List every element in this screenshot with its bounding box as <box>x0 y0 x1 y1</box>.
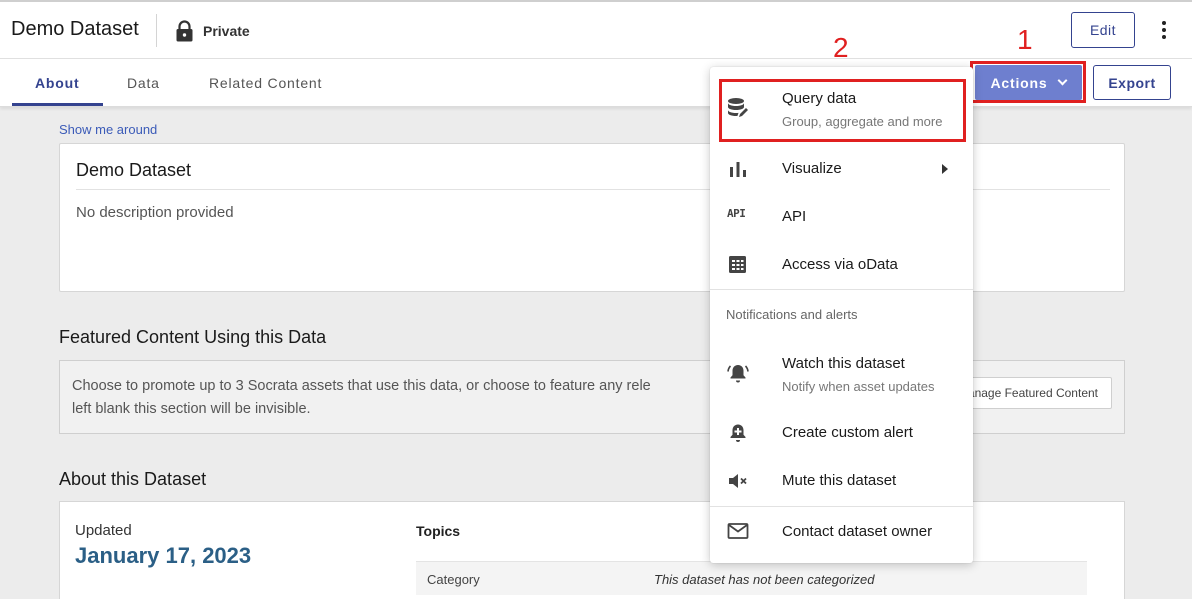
volume-mute-icon <box>729 474 747 488</box>
api-label: API <box>782 208 807 225</box>
about-heading: About this Dataset <box>59 469 207 489</box>
menu-item-visualize[interactable]: Visualize <box>710 145 973 191</box>
query-data-highlight-box <box>719 79 966 142</box>
visualize-label: Visualize <box>782 160 842 177</box>
visibility-label: Private <box>203 23 250 39</box>
tab-about[interactable]: About <box>35 75 79 91</box>
show-me-around-link[interactable]: Show me around <box>59 122 157 137</box>
menu-item-watch-dataset[interactable]: Watch this dataset Notify when asset upd… <box>710 339 973 403</box>
updated-label: Updated <box>75 522 132 539</box>
card-title: Demo Dataset <box>76 160 192 180</box>
featured-text-line-2: left blank this section will be invisibl… <box>72 401 311 417</box>
dataset-title: Demo Dataset <box>11 18 139 40</box>
category-value: This dataset has not been categorized <box>654 572 875 587</box>
export-button[interactable]: Export <box>1093 65 1171 100</box>
featured-heading: Featured Content Using this Data <box>59 327 327 347</box>
dataset-description: No description provided <box>76 204 234 221</box>
category-label: Category <box>427 572 480 587</box>
contact-owner-label: Contact dataset owner <box>782 523 933 540</box>
updated-date: January 17, 2023 <box>75 543 252 568</box>
annotation-step-2: 2 <box>833 32 849 63</box>
menu-item-odata[interactable]: Access via oData <box>710 241 973 287</box>
menu-divider <box>710 289 973 290</box>
notifications-header: Notifications and alerts <box>726 307 858 322</box>
menu-item-mute-dataset[interactable]: Mute this dataset <box>710 457 973 503</box>
bell-plus-icon <box>730 424 746 442</box>
table-grid-icon <box>729 256 746 273</box>
featured-description: Choose to promote up to 3 Socrata assets… <box>72 375 712 421</box>
tab-related-content[interactable]: Related Content <box>209 75 322 91</box>
more-options-icon[interactable] <box>1154 18 1174 42</box>
manage-featured-content-button[interactable]: Manage Featured Content <box>950 377 1112 409</box>
create-alert-label: Create custom alert <box>782 424 913 441</box>
watch-dataset-subtitle: Notify when asset updates <box>782 379 935 394</box>
bar-chart-icon <box>730 162 746 177</box>
featured-text-line-1: Choose to promote up to 3 Socrata assets… <box>72 378 651 394</box>
submenu-arrow-icon <box>942 164 948 174</box>
menu-item-api[interactable]: API API <box>710 193 973 239</box>
topics-label: Topics <box>416 523 461 539</box>
tab-bar: About Data Related Content Actions Expor… <box>0 59 1192 107</box>
api-icon: API <box>727 207 746 220</box>
edit-button[interactable]: Edit <box>1071 12 1135 48</box>
odata-label: Access via oData <box>782 256 898 273</box>
actions-highlight-box <box>970 61 1086 103</box>
lock-icon <box>176 20 193 42</box>
menu-divider <box>710 506 973 507</box>
bell-ring-icon <box>727 365 749 383</box>
watch-dataset-label: Watch this dataset <box>782 355 905 372</box>
menu-item-create-alert[interactable]: Create custom alert <box>710 409 973 455</box>
tab-data[interactable]: Data <box>127 75 160 91</box>
category-row: Category This dataset has not been categ… <box>416 561 1087 595</box>
mail-icon <box>727 523 749 539</box>
page-header: Demo Dataset Private Edit <box>0 0 1192 59</box>
active-tab-indicator <box>12 103 103 106</box>
annotation-step-1: 1 <box>1017 24 1033 55</box>
title-divider <box>156 14 157 47</box>
mute-dataset-label: Mute this dataset <box>782 472 897 489</box>
menu-item-contact-owner[interactable]: Contact dataset owner <box>710 508 973 554</box>
